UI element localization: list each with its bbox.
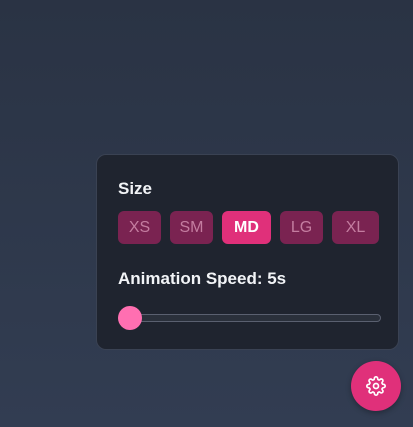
size-button-sm[interactable]: SM: [170, 211, 213, 244]
size-button-lg[interactable]: LG: [280, 211, 323, 244]
size-button-xl[interactable]: XL: [332, 211, 379, 244]
settings-toggle-button[interactable]: [351, 361, 401, 411]
gear-icon: [366, 376, 386, 396]
settings-panel: Size XS SM MD LG XL Animation Speed: 5s: [96, 154, 399, 350]
animation-speed-slider[interactable]: [118, 305, 381, 331]
size-button-md[interactable]: MD: [222, 211, 271, 244]
slider-thumb[interactable]: [118, 306, 142, 330]
slider-track[interactable]: [118, 314, 381, 322]
animation-speed-label: Animation Speed: 5s: [118, 269, 287, 288]
size-button-xs[interactable]: XS: [118, 211, 161, 244]
size-button-group: XS SM MD LG XL: [118, 211, 379, 244]
size-label: Size: [118, 179, 153, 198]
